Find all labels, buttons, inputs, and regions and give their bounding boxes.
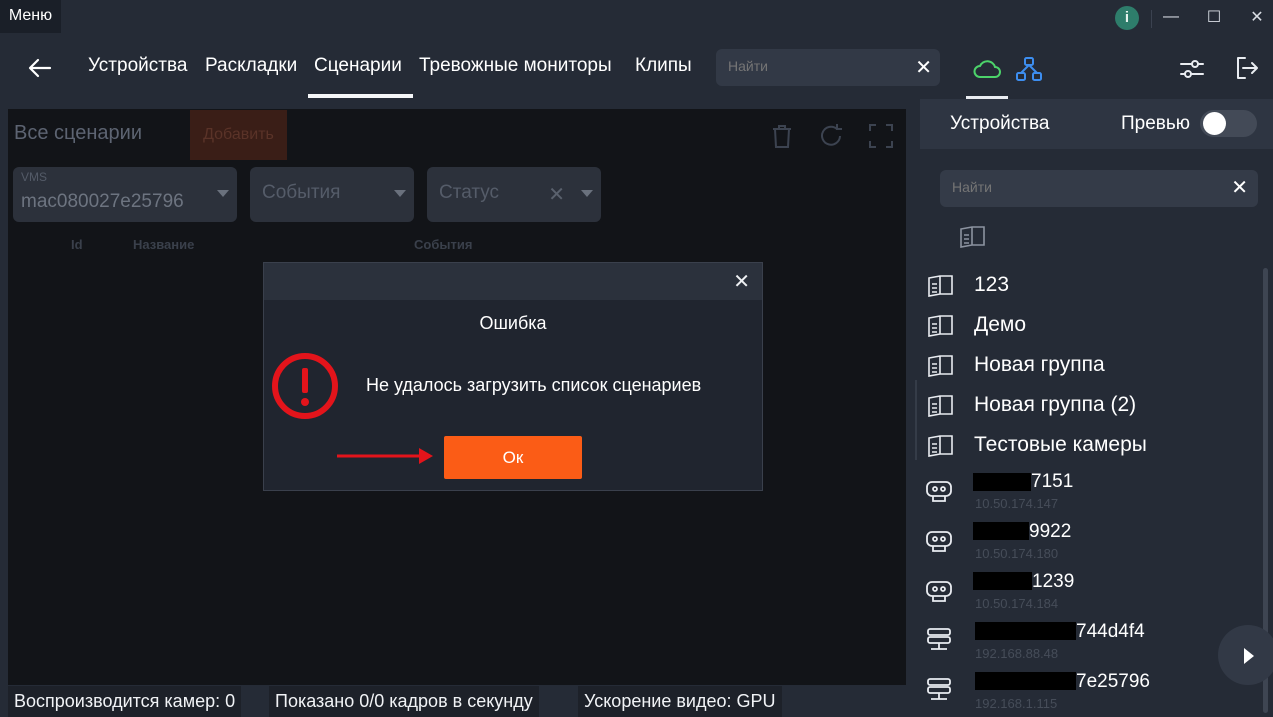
- collapse-panel-button[interactable]: [1218, 625, 1273, 685]
- group-icon: [928, 315, 953, 337]
- active-tab-indicator: [308, 94, 413, 98]
- preview-toggle[interactable]: [1200, 110, 1257, 137]
- menu-button[interactable]: Меню: [0, 0, 61, 33]
- error-icon: [272, 353, 338, 419]
- camera-icon: [926, 581, 952, 602]
- dialog-close-icon[interactable]: ✕: [733, 269, 750, 294]
- server-icon: [927, 678, 951, 700]
- device-name[interactable]: 744d4f4: [1076, 621, 1145, 643]
- camera-icon: [926, 531, 952, 552]
- device-ip: 10.50.174.184: [975, 596, 1059, 611]
- status-fps: Показано 0/0 кадров в секунду: [269, 686, 539, 717]
- top-search-input[interactable]: [726, 57, 910, 75]
- column-header-name[interactable]: Название: [133, 237, 194, 252]
- group-item-demo[interactable]: Демо: [974, 313, 1026, 337]
- dialog-title: Ошибка: [479, 313, 547, 333]
- status-select[interactable]: Статус ✕: [427, 167, 601, 222]
- chevron-down-icon: [394, 190, 406, 197]
- chevron-down-icon: [217, 190, 229, 197]
- device-search-box[interactable]: ✕: [940, 170, 1258, 207]
- redacted-name: [975, 622, 1076, 640]
- redacted-name: [975, 672, 1076, 690]
- preview-label: Превью: [1121, 113, 1191, 134]
- events-placeholder: События: [262, 182, 341, 203]
- vms-select[interactable]: VMS mac080027e25796: [13, 167, 237, 222]
- dialog-message: Не удалось загрузить список сценариев: [366, 375, 702, 395]
- devices-panel-title: Устройства: [950, 113, 1050, 134]
- clear-device-search-icon[interactable]: ✕: [1231, 175, 1248, 200]
- refresh-icon[interactable]: [817, 122, 845, 150]
- group-root-icon[interactable]: [958, 224, 986, 250]
- device-ip: 10.50.174.180: [975, 546, 1059, 561]
- tab-alarm-monitors[interactable]: Тревожные мониторы: [419, 55, 612, 77]
- device-ip: 192.168.88.48: [975, 646, 1059, 661]
- info-icon[interactable]: i: [1115, 6, 1139, 30]
- add-scenario-button[interactable]: Добавить: [190, 110, 287, 160]
- top-search-box[interactable]: ✕: [716, 49, 940, 86]
- camera-icon: [926, 481, 952, 502]
- cloud-icon[interactable]: [972, 58, 1002, 80]
- clear-status-icon[interactable]: ✕: [548, 182, 565, 207]
- device-ip: 10.50.174.147: [975, 496, 1059, 511]
- device-name[interactable]: 7151: [1031, 471, 1073, 493]
- status-playing-cameras: Воспроизводится камер: 0: [8, 686, 242, 717]
- maximize-icon[interactable]: ☐: [1199, 7, 1229, 27]
- group-item-new-group-2[interactable]: Новая группа (2): [974, 393, 1136, 417]
- group-item-new-group[interactable]: Новая группа: [974, 353, 1105, 377]
- settings-sliders-icon[interactable]: [1178, 55, 1206, 83]
- redacted-name: [973, 572, 1032, 590]
- minimize-icon[interactable]: —: [1156, 8, 1186, 26]
- column-header-events[interactable]: События: [414, 237, 472, 252]
- device-name[interactable]: 7e25796: [1076, 671, 1150, 693]
- annotation-arrow-icon: [337, 448, 433, 464]
- topology-icon[interactable]: [1015, 55, 1043, 83]
- close-window-icon[interactable]: ✕: [1242, 7, 1272, 27]
- device-search-input[interactable]: [950, 178, 1224, 196]
- tab-clips[interactable]: Клипы: [635, 55, 692, 77]
- group-icon: [928, 275, 953, 297]
- server-icon: [927, 628, 951, 650]
- group-icon: [928, 355, 953, 377]
- tab-devices[interactable]: Устройства: [88, 55, 187, 77]
- vms-value: mac080027e25796: [21, 191, 184, 212]
- play-arrow-icon: [1244, 648, 1254, 664]
- device-ip: 192.168.1.115: [975, 696, 1058, 711]
- group-icon: [928, 395, 953, 417]
- logout-icon[interactable]: [1233, 54, 1261, 82]
- page-title: Все сценарии: [14, 122, 143, 144]
- ok-button[interactable]: Ок: [444, 436, 582, 479]
- device-name[interactable]: 9922: [1029, 521, 1071, 543]
- group-item-123[interactable]: 123: [974, 273, 1009, 297]
- vms-label: VMS: [21, 170, 48, 184]
- tab-layouts[interactable]: Раскладки: [205, 55, 297, 77]
- group-icon: [928, 435, 953, 457]
- back-arrow-icon[interactable]: [26, 54, 54, 82]
- redacted-name: [973, 522, 1029, 540]
- redacted-name: [973, 473, 1031, 491]
- panel-splitter[interactable]: [915, 380, 917, 460]
- dialog-header: [264, 263, 762, 300]
- chevron-down-icon: [581, 190, 593, 197]
- events-select[interactable]: События: [250, 167, 414, 222]
- trash-icon[interactable]: [768, 122, 796, 150]
- device-name[interactable]: 1239: [1032, 571, 1074, 593]
- titlebar-divider: [1151, 10, 1152, 28]
- clear-search-icon[interactable]: ✕: [915, 55, 932, 80]
- status-video-acceleration: Ускорение видео: GPU: [578, 686, 782, 717]
- group-item-test-cameras[interactable]: Тестовые камеры: [974, 433, 1147, 457]
- tab-scenarios[interactable]: Сценарии: [314, 55, 402, 77]
- status-placeholder: Статус: [439, 182, 500, 203]
- column-header-id[interactable]: Id: [71, 237, 83, 252]
- fullscreen-icon[interactable]: [867, 122, 895, 150]
- toggle-knob: [1203, 112, 1226, 135]
